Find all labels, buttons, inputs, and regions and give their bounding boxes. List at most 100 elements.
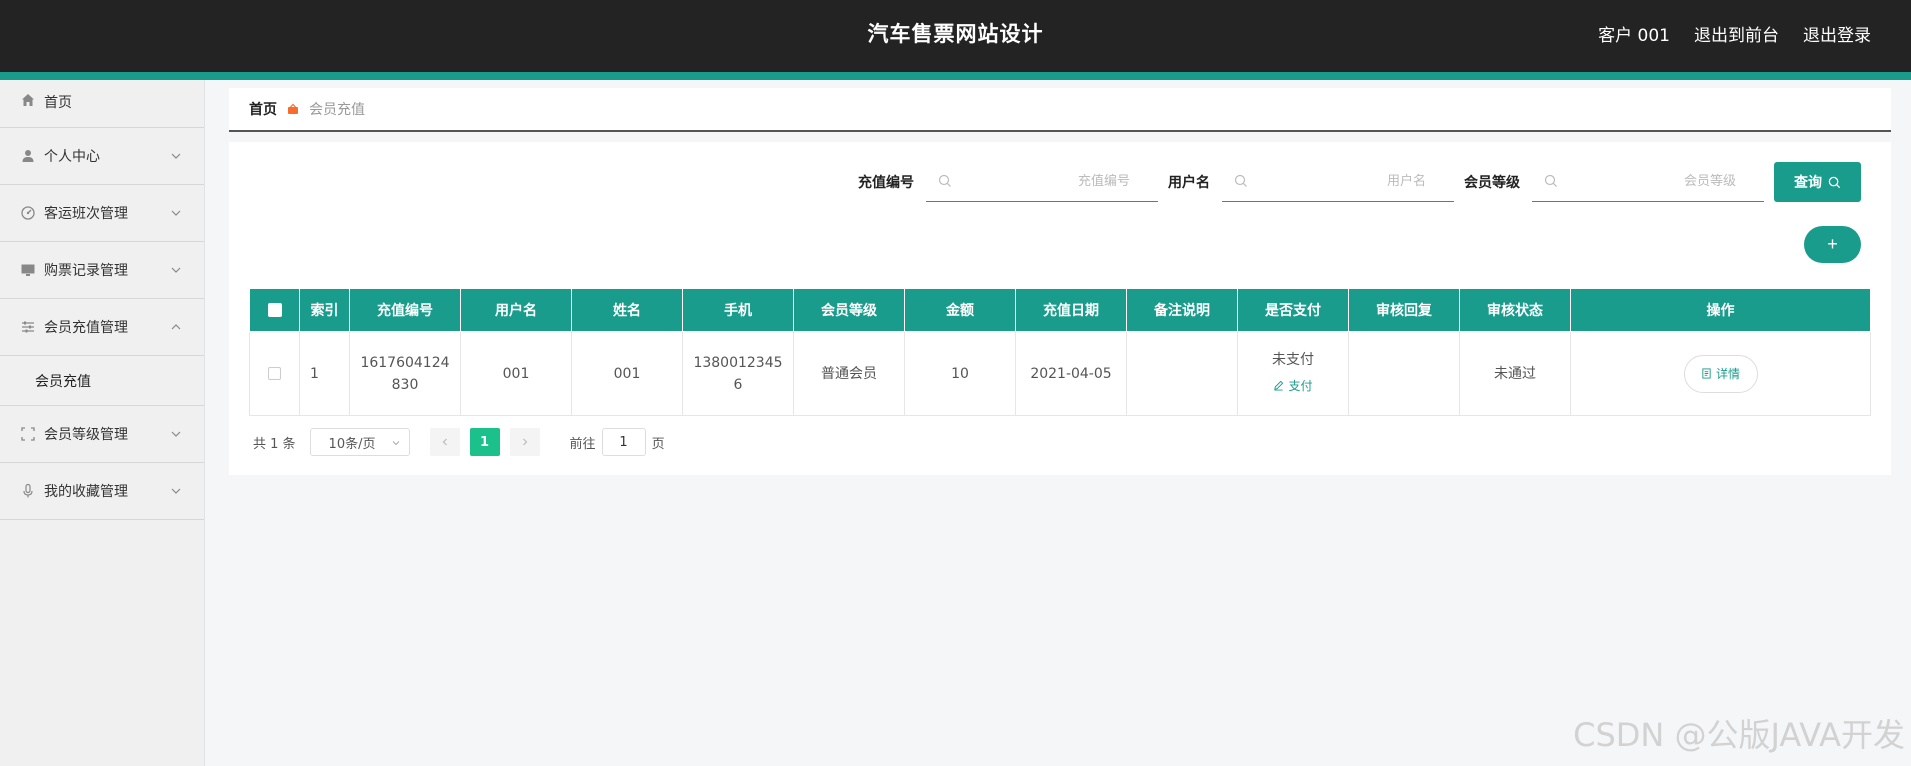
add-button[interactable]: + [1804, 226, 1861, 263]
column-header: 充值日期 [1015, 288, 1127, 332]
row-checkbox[interactable] [268, 367, 281, 380]
sidebar-item-label: 会员等级管理 [44, 427, 128, 443]
select-all-cell [249, 288, 300, 332]
pagination-total: 共 1 条 [253, 436, 296, 452]
cell-actions: 详情 [1570, 331, 1871, 416]
microphone-icon [20, 483, 36, 499]
paid-status: 未支付 [1272, 351, 1314, 368]
cell-reply [1348, 331, 1460, 416]
chevron-down-icon [171, 488, 181, 494]
recharge-no-label: 充值编号 [858, 175, 914, 191]
page-number-button[interactable]: 1 [469, 428, 500, 456]
content-panel: 充值编号 用户名 会员等级 查询 + [229, 142, 1891, 475]
detail-button[interactable]: 详情 [1683, 354, 1758, 393]
accent-strip [0, 72, 1911, 80]
column-header: 索引 [299, 288, 350, 332]
user-icon [20, 148, 36, 164]
sidebar-item-level-management[interactable]: 会员等级管理 [0, 406, 204, 463]
next-page-button[interactable] [509, 428, 540, 456]
breadcrumb-separator-icon [287, 103, 299, 115]
chevron-down-icon [171, 153, 181, 159]
username-label: 用户名 [1168, 175, 1210, 191]
search-icon [1828, 176, 1841, 188]
detail-button-label: 详情 [1715, 367, 1740, 381]
column-header: 操作 [1570, 288, 1871, 332]
table-header-row: 索引 充值编号 用户名 姓名 手机 会员等级 金额 充值日期 备注说明 是否支付… [249, 288, 1871, 332]
username-input[interactable] [1222, 162, 1454, 201]
watermark: CSDN @公版JAVA开发 [1573, 716, 1905, 754]
cell-note [1126, 331, 1238, 416]
sidebar-item-ticket-records[interactable]: 购票记录管理 [0, 242, 204, 299]
sidebar: 首页 个人中心 客运班次管理 购票记录管理 会员充值管理 会员充值 会员等级管理… [0, 80, 205, 766]
level-field [1532, 162, 1764, 202]
top-bar: 汽车售票网站设计 客户 001 退出到前台 退出登录 [0, 0, 1911, 72]
search-icon [1544, 174, 1557, 187]
cell-date: 2021-04-05 [1015, 331, 1127, 416]
table-row: 1 1617604124830 001 001 13800123456 普通会员… [249, 331, 1871, 416]
sidebar-item-personal-center[interactable]: 个人中心 [0, 128, 204, 185]
current-user[interactable]: 客户 001 [1598, 21, 1670, 46]
goto-suffix: 页 [651, 436, 665, 452]
cell-status: 未通过 [1459, 331, 1571, 416]
pay-button[interactable]: 支付 [1273, 375, 1313, 397]
fullscreen-icon [20, 426, 36, 442]
query-button[interactable]: 查询 [1774, 162, 1861, 202]
column-header: 审核回复 [1348, 288, 1460, 332]
sidebar-item-favorites-management[interactable]: 我的收藏管理 [0, 463, 204, 520]
pay-button-label: 支付 [1288, 378, 1313, 393]
sidebar-item-label: 客运班次管理 [44, 206, 128, 222]
column-header: 用户名 [460, 288, 572, 332]
logout-link[interactable]: 退出登录 [1803, 21, 1871, 46]
column-header: 会员等级 [793, 288, 905, 332]
chevron-down-icon [392, 441, 399, 446]
home-icon [20, 92, 36, 108]
sidebar-item-label: 个人中心 [44, 149, 100, 165]
header-actions: 客户 001 退出到前台 退出登录 [1598, 21, 1871, 46]
column-header: 手机 [682, 288, 794, 332]
cell-paid: 未支付 支付 [1237, 331, 1349, 416]
cell-recharge-no: 1617604124830 [349, 331, 461, 416]
sidebar-item-recharge-management[interactable]: 会员充值管理 [0, 299, 204, 356]
column-header: 备注说明 [1126, 288, 1238, 332]
column-header: 审核状态 [1459, 288, 1571, 332]
column-header: 是否支付 [1237, 288, 1349, 332]
select-all-checkbox[interactable] [267, 303, 282, 317]
document-icon [1702, 368, 1711, 379]
username-field [1222, 162, 1454, 202]
page-size-select[interactable]: 10条/页 [309, 428, 410, 456]
breadcrumb-home[interactable]: 首页 [249, 99, 277, 119]
exit-to-front-link[interactable]: 退出到前台 [1694, 21, 1779, 46]
pagination: 共 1 条 10条/页 1 前往 页 [253, 428, 665, 456]
level-input[interactable] [1532, 162, 1764, 201]
sidebar-item-schedule-management[interactable]: 客运班次管理 [0, 185, 204, 242]
dashboard-icon [20, 205, 36, 221]
sliders-icon [20, 319, 36, 335]
cell-username: 001 [460, 331, 572, 416]
sidebar-item-home[interactable]: 首页 [0, 80, 204, 128]
sidebar-item-label: 购票记录管理 [44, 263, 128, 279]
chevron-left-icon [442, 438, 447, 446]
chevron-down-icon [171, 267, 181, 273]
prev-page-button[interactable] [429, 428, 460, 456]
monitor-icon [20, 262, 36, 278]
sidebar-item-label: 会员充值管理 [44, 320, 128, 336]
row-select-cell [249, 331, 300, 416]
column-header: 金额 [904, 288, 1016, 332]
chevron-right-icon [522, 438, 527, 446]
breadcrumb-current: 会员充值 [309, 102, 365, 118]
search-filters: 充值编号 用户名 会员等级 查询 [848, 162, 1861, 202]
cell-amount: 10 [904, 331, 1016, 416]
column-header: 充值编号 [349, 288, 461, 332]
cell-phone: 13800123456 [682, 331, 794, 416]
cell-level: 普通会员 [793, 331, 905, 416]
sidebar-item-label: 首页 [44, 95, 72, 111]
chevron-up-icon [171, 324, 181, 330]
goto-page-input[interactable] [601, 428, 646, 456]
cell-index: 1 [299, 331, 350, 416]
recharge-table: 索引 充值编号 用户名 姓名 手机 会员等级 金额 充值日期 备注说明 是否支付… [249, 288, 1871, 416]
breadcrumb: 首页 会员充值 [229, 88, 1891, 132]
chevron-down-icon [171, 431, 181, 437]
sidebar-subitem-recharge[interactable]: 会员充值 [0, 356, 204, 406]
page-size-value: 10条/页 [328, 436, 376, 452]
recharge-no-input[interactable] [926, 162, 1158, 201]
